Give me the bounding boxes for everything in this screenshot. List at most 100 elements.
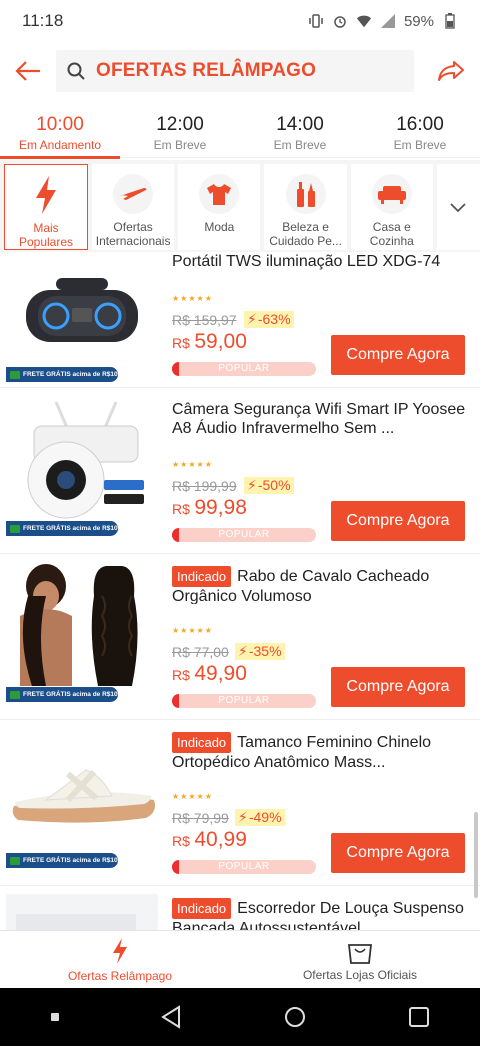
time-slot-time: 14:00: [276, 114, 324, 135]
wifi-icon: [356, 13, 372, 29]
discount-badge: ⚡-63%: [244, 311, 294, 328]
lightning-icon: ⚡: [247, 311, 257, 327]
time-slot-1000[interactable]: 10:00 Em Andamento: [0, 100, 120, 159]
battery-percent: 59%: [403, 12, 434, 30]
status-time: 11:18: [22, 11, 64, 30]
time-slot-status: Em Breve: [273, 138, 327, 152]
lightning-icon: ⚡: [238, 809, 248, 825]
time-slot-1600[interactable]: 16:00 Em Breve: [360, 100, 480, 158]
system-nav-bar: [0, 988, 480, 1046]
currency: R$: [172, 667, 190, 683]
product-card[interactable]: FRETE GRÁTIS acima de R$10 Indicado Taman…: [0, 720, 480, 886]
product-card[interactable]: Indicado Escorredor De Louça Suspenso Ban…: [0, 886, 480, 930]
category-beleza[interactable]: Beleza e Cuidado Pe...: [264, 164, 347, 250]
time-slot-status: Em Breve: [153, 138, 207, 152]
discount-badge: ⚡-50%: [244, 477, 294, 494]
rating-stars: ★★★★★: [172, 792, 213, 801]
product-title: Indicado Escorredor De Louça Suspenso Ban…: [172, 898, 468, 930]
product-title: Portátil TWS iluminação LED XDG-74: [172, 253, 441, 270]
time-slot-status: Em Breve: [393, 138, 447, 152]
original-price: R$ 79,99: [172, 810, 229, 826]
nav-label: Ofertas Lojas Oficiais: [302, 968, 418, 982]
free-shipping-badge: FRETE GRÁTIS acima de R$10: [6, 367, 118, 382]
nav-ofertas-lojas-oficiais[interactable]: Ofertas Lojas Oficiais: [240, 931, 480, 989]
product-image[interactable]: FRETE GRÁTIS acima de R$10: [6, 390, 158, 542]
time-slot-tabs: 10:00 Em Andamento 12:00 Em Breve 14:00 …: [0, 100, 480, 159]
product-image[interactable]: [6, 894, 158, 930]
alarm-icon: [332, 13, 348, 29]
buy-now-button[interactable]: Compre Agora: [331, 833, 465, 873]
free-shipping-badge: FRETE GRÁTIS acima de R$10: [6, 521, 118, 536]
category-label: Casa e Cozinha: [369, 220, 414, 248]
product-image[interactable]: FRETE GRÁTIS acima de R$10: [6, 556, 158, 708]
discount-value: -35%: [248, 643, 282, 659]
category-bar: Mais Populares Ofertas Internacionais Mo…: [0, 160, 480, 252]
product-card[interactable]: FRETE GRÁTIS acima de R$10 Indicado Rabo …: [0, 554, 480, 720]
search-bar[interactable]: OFERTAS RELÂMPAGO: [56, 50, 414, 92]
popularity-bar: POPULAR: [172, 694, 316, 708]
page-title: OFERTAS RELÂMPAGO: [96, 60, 317, 81]
buy-now-button[interactable]: Compre Agora: [331, 501, 465, 541]
recommended-badge: Indicado: [172, 732, 232, 753]
category-casa-cozinha[interactable]: Casa e Cozinha: [350, 164, 433, 250]
price-value: 40,99: [194, 828, 247, 851]
product-card[interactable]: FRETE GRÁTIS acima de R$10 Portátil TWS …: [0, 252, 480, 388]
time-slot-1200[interactable]: 12:00 Em Breve: [120, 100, 240, 158]
product-price: R$ 49,90: [172, 662, 247, 686]
overview-square-icon[interactable]: [408, 1006, 430, 1028]
product-price: R$ 99,98: [172, 496, 247, 520]
time-slot-1400[interactable]: 14:00 Em Breve: [240, 100, 360, 158]
expand-categories-button[interactable]: [436, 164, 480, 250]
product-card[interactable]: FRETE GRÁTIS acima de R$10 Câmera Segura…: [0, 388, 480, 554]
popularity-bar: POPULAR: [172, 860, 316, 874]
bottom-nav: Ofertas Relâmpago Ofertas Lojas Oficiais: [0, 930, 480, 988]
category-ofertas-internacionais[interactable]: Ofertas Internacionais: [92, 164, 175, 250]
product-price: R$ 40,99: [172, 828, 247, 852]
brazil-flag-icon: [10, 524, 20, 533]
price-value: 59,00: [194, 330, 247, 353]
recents-dot-button[interactable]: [50, 1013, 59, 1021]
discount-badge: ⚡-35%: [235, 643, 285, 660]
rating-stars: ★★★★★: [172, 460, 213, 469]
free-shipping-text: FRETE GRÁTIS acima de R$10: [23, 857, 118, 864]
discount-value: -63%: [257, 311, 291, 327]
lightning-icon: [113, 938, 127, 964]
popularity-label: POPULAR: [218, 363, 270, 374]
currency: R$: [172, 833, 190, 849]
product-image[interactable]: FRETE GRÁTIS acima de R$10: [6, 722, 158, 874]
top-header: OFERTAS RELÂMPAGO: [0, 42, 480, 100]
product-title: Indicado Tamanco Feminino Chinelo Ortopéd…: [172, 732, 468, 770]
category-mais-populares[interactable]: Mais Populares: [4, 164, 88, 250]
currency: R$: [172, 335, 190, 351]
category-label: Beleza e Cuidado Pe...: [269, 220, 342, 248]
scrollbar[interactable]: [474, 812, 478, 898]
category-moda[interactable]: Moda: [178, 164, 261, 250]
search-icon: [67, 62, 85, 80]
product-list: FRETE GRÁTIS acima de R$10 Portátil TWS …: [0, 252, 480, 930]
buy-now-button[interactable]: Compre Agora: [331, 335, 465, 375]
popularity-label: POPULAR: [218, 529, 270, 540]
original-price: R$ 199,99: [172, 478, 237, 494]
free-shipping-badge: FRETE GRÁTIS acima de R$10: [6, 687, 118, 702]
rating-stars: ★★★★★: [172, 626, 213, 635]
dish-rack-image: [6, 894, 158, 930]
time-slot-time: 12:00: [156, 114, 204, 135]
share-button[interactable]: [432, 52, 470, 90]
recommended-badge: Indicado: [172, 566, 232, 587]
discount-value: -49%: [248, 809, 282, 825]
brazil-flag-icon: [10, 856, 20, 865]
back-button[interactable]: [0, 42, 56, 100]
lightning-icon: ⚡: [247, 477, 257, 493]
buy-now-button[interactable]: Compre Agora: [331, 667, 465, 707]
back-triangle-icon[interactable]: [160, 1005, 182, 1029]
nav-label: Ofertas Relâmpago: [67, 969, 173, 983]
product-image[interactable]: FRETE GRÁTIS acima de R$10: [6, 252, 158, 386]
speaker-image: [26, 278, 138, 342]
home-circle-icon[interactable]: [283, 1005, 307, 1029]
nav-ofertas-relampago[interactable]: Ofertas Relâmpago: [0, 931, 240, 989]
category-label: Moda: [204, 220, 235, 234]
brazil-flag-icon: [10, 370, 20, 379]
currency: R$: [172, 501, 190, 517]
free-shipping-badge: FRETE GRÁTIS acima de R$10: [6, 853, 118, 868]
time-slot-time: 10:00: [36, 114, 84, 135]
